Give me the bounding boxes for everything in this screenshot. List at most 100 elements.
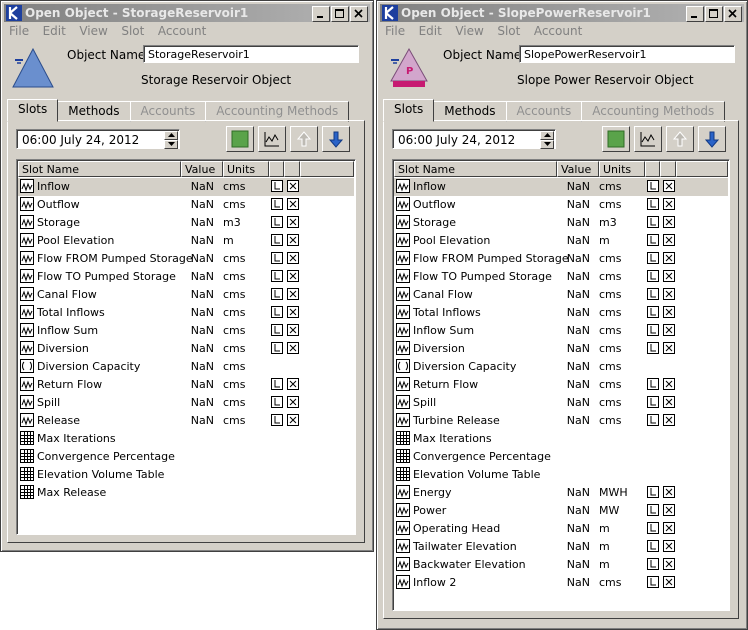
flag-l-checkbox[interactable] [647,180,659,192]
flag-l-checkbox[interactable] [647,378,659,390]
flag-l-checkbox[interactable] [647,234,659,246]
flag-l-checkbox[interactable] [647,576,659,588]
table-row[interactable]: Outflow NaN cms [394,196,728,214]
flag-l-checkbox[interactable] [271,306,283,318]
flag-l-checkbox[interactable] [271,216,283,228]
flag-x-checkbox[interactable] [663,306,675,318]
flag-l-checkbox[interactable] [271,396,283,408]
flag-x-checkbox[interactable] [663,414,675,426]
table-row[interactable]: Flow TO Pumped Storage NaN cms [18,268,354,286]
menu-edit[interactable]: Edit [43,24,66,38]
flag-l-checkbox[interactable] [647,558,659,570]
slot-dialog-button[interactable] [226,126,254,152]
date-spinner[interactable] [540,131,554,149]
object-name-input[interactable]: SlopePowerReservoir1 [519,45,735,63]
table-row[interactable]: Return Flow NaN cms [18,376,354,394]
table-row[interactable]: Flow FROM Pumped Storage NaN cms [18,250,354,268]
flag-x-checkbox[interactable] [287,252,299,264]
move-down-button[interactable] [322,126,350,152]
flag-l-checkbox[interactable] [271,414,283,426]
flag-l-checkbox[interactable] [271,198,283,210]
col-slot-name[interactable]: Slot Name [394,161,557,177]
title-bar[interactable]: Open Object - SlopePowerReservoir1 [380,4,744,22]
spin-up-button[interactable] [164,131,178,140]
table-row[interactable]: Spill NaN cms [18,394,354,412]
flag-l-checkbox[interactable] [271,252,283,264]
date-time-spinbox[interactable]: 06:00 July 24, 2012 [16,129,180,149]
tab-slots[interactable]: Slots [7,99,59,122]
table-row[interactable]: Storage NaN m3 [394,214,728,232]
flag-x-checkbox[interactable] [663,180,675,192]
table-row[interactable]: Canal Flow NaN cms [18,286,354,304]
flag-x-checkbox[interactable] [663,486,675,498]
flag-l-checkbox[interactable] [647,252,659,264]
flag-l-checkbox[interactable] [271,378,283,390]
table-row[interactable]: Flow TO Pumped Storage NaN cms [394,268,728,286]
col-flag-1[interactable] [269,161,284,177]
table-row[interactable]: Energy NaN MWH [394,484,728,502]
table-row[interactable]: Elevation Volume Table [394,466,728,484]
flag-x-checkbox[interactable] [663,396,675,408]
flag-x-checkbox[interactable] [663,378,675,390]
table-row[interactable]: Diversion NaN cms [18,340,354,358]
table-row[interactable]: Inflow Sum NaN cms [394,322,728,340]
flag-l-checkbox[interactable] [647,540,659,552]
minimize-button[interactable] [312,6,330,22]
flag-x-checkbox[interactable] [287,216,299,228]
object-name-input[interactable]: StorageReservoir1 [143,45,359,63]
table-row[interactable]: Total Inflows NaN cms [394,304,728,322]
table-row[interactable]: Tailwater Elevation NaN m [394,538,728,556]
table-row[interactable]: Convergence Percentage [394,448,728,466]
table-row[interactable]: Elevation Volume Table [18,466,354,484]
tab-slots[interactable]: Slots [383,99,435,122]
tab-methods[interactable]: Methods [433,101,507,122]
table-row[interactable]: Diversion NaN cms [394,340,728,358]
flag-l-checkbox[interactable] [647,504,659,516]
flag-x-checkbox[interactable] [287,396,299,408]
flag-x-checkbox[interactable] [287,270,299,282]
col-value[interactable]: Value [557,161,599,177]
flag-x-checkbox[interactable] [287,342,299,354]
flag-x-checkbox[interactable] [287,306,299,318]
menu-slot[interactable]: Slot [497,24,520,38]
flag-l-checkbox[interactable] [271,270,283,282]
move-down-button[interactable] [698,126,726,152]
menu-account[interactable]: Account [158,24,206,38]
flag-l-checkbox[interactable] [271,324,283,336]
table-row[interactable]: Inflow NaN cms [394,178,728,196]
table-row[interactable]: Power NaN MW [394,502,728,520]
flag-x-checkbox[interactable] [663,270,675,282]
flag-l-checkbox[interactable] [647,342,659,354]
table-row[interactable]: Turbine Release NaN cms [394,412,728,430]
maximize-button[interactable] [705,6,723,22]
table-row[interactable]: Pool Elevation NaN m [18,232,354,250]
flag-x-checkbox[interactable] [287,180,299,192]
table-row[interactable]: Spill NaN cms [394,394,728,412]
table-row[interactable]: Canal Flow NaN cms [394,286,728,304]
flag-x-checkbox[interactable] [287,198,299,210]
flag-l-checkbox[interactable] [271,342,283,354]
flag-l-checkbox[interactable] [647,324,659,336]
col-flag-2[interactable] [284,161,300,177]
menu-file[interactable]: File [9,24,29,38]
table-row[interactable]: Inflow 2 NaN cms [394,574,728,592]
menu-account[interactable]: Account [534,24,582,38]
flag-l-checkbox[interactable] [647,414,659,426]
flag-x-checkbox[interactable] [663,504,675,516]
flag-l-checkbox[interactable] [647,270,659,282]
flag-x-checkbox[interactable] [663,288,675,300]
flag-x-checkbox[interactable] [663,198,675,210]
flag-x-checkbox[interactable] [663,342,675,354]
menu-view[interactable]: View [455,24,483,38]
menu-slot[interactable]: Slot [121,24,144,38]
table-row[interactable]: Max Iterations [18,430,354,448]
table-row[interactable]: Operating Head NaN m [394,520,728,538]
table-row[interactable]: Return Flow NaN cms [394,376,728,394]
flag-x-checkbox[interactable] [663,576,675,588]
table-row[interactable]: Max Iterations [394,430,728,448]
minimize-button[interactable] [686,6,704,22]
title-bar[interactable]: Open Object - StorageReservoir1 [4,4,370,22]
close-button[interactable] [350,6,368,22]
flag-l-checkbox[interactable] [271,288,283,300]
flag-l-checkbox[interactable] [647,306,659,318]
